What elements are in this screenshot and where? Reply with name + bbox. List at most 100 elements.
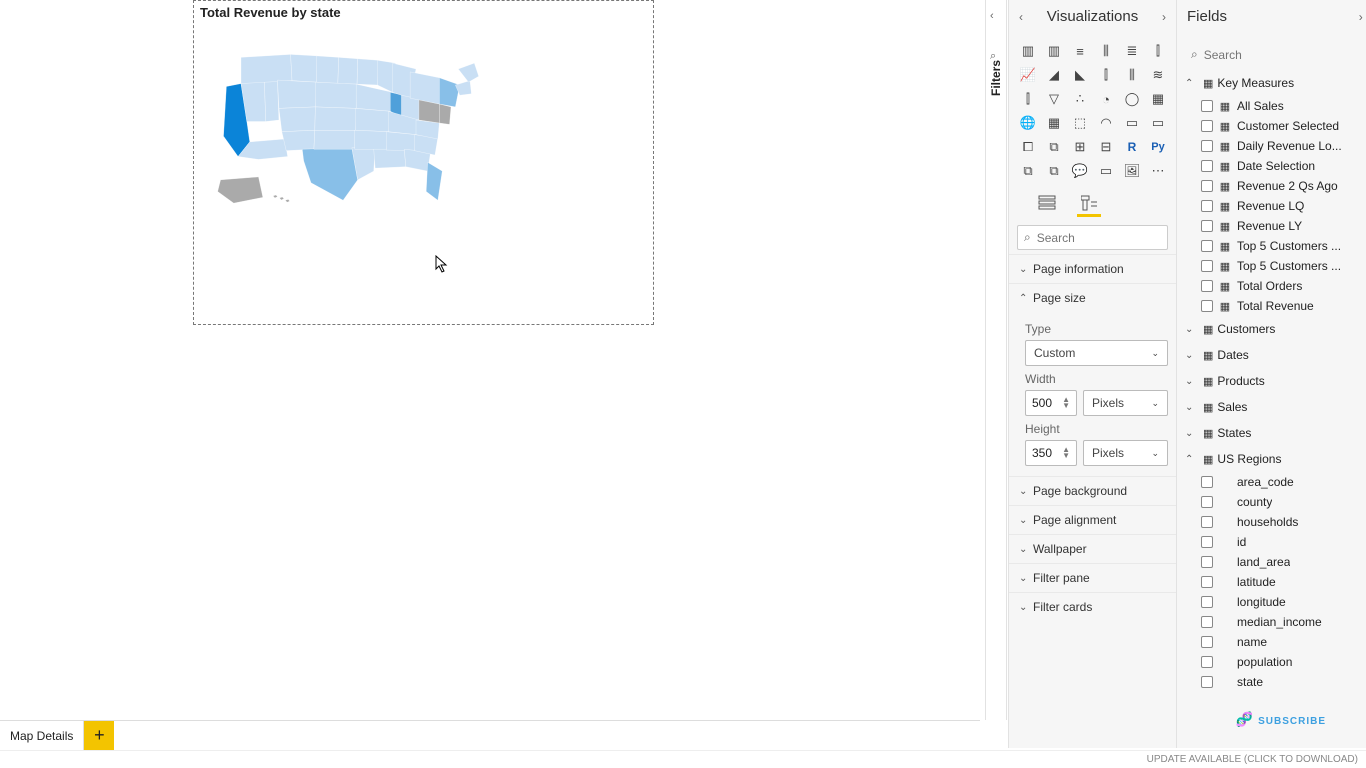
- stacked-area-icon[interactable]: ◣: [1069, 65, 1091, 85]
- stacked-bar-icon[interactable]: ▥: [1017, 41, 1039, 61]
- line-clustered-icon[interactable]: ⫼: [1121, 65, 1143, 85]
- page-size-header[interactable]: ⌃ Page size: [1009, 284, 1176, 312]
- matrix-icon[interactable]: ⊟: [1095, 137, 1117, 157]
- field-item[interactable]: ·area_code: [1177, 472, 1366, 492]
- arcgis-icon[interactable]: 🖼: [1121, 161, 1143, 181]
- paginated-icon[interactable]: ▭: [1095, 161, 1117, 181]
- field-checkbox[interactable]: [1201, 180, 1213, 192]
- field-checkbox[interactable]: [1201, 636, 1213, 648]
- field-item[interactable]: ·id: [1177, 532, 1366, 552]
- field-checkbox[interactable]: [1201, 140, 1213, 152]
- viz-search-input[interactable]: [1037, 231, 1192, 245]
- field-item[interactable]: ·name: [1177, 632, 1366, 652]
- slicer-icon[interactable]: ⧉: [1043, 137, 1065, 157]
- gauge-icon[interactable]: ◠: [1095, 113, 1117, 133]
- field-checkbox[interactable]: [1201, 656, 1213, 668]
- field-item[interactable]: ▦Daily Revenue Lo...: [1177, 136, 1366, 156]
- line-chart-icon[interactable]: 📈: [1017, 65, 1039, 85]
- field-item[interactable]: ·households: [1177, 512, 1366, 532]
- table-header-us-regions[interactable]: ⌃ ▦ US Regions: [1177, 446, 1366, 472]
- fields-tab-icon[interactable]: [1035, 191, 1059, 215]
- field-checkbox[interactable]: [1201, 100, 1213, 112]
- field-checkbox[interactable]: [1201, 576, 1213, 588]
- field-checkbox[interactable]: [1201, 516, 1213, 528]
- field-checkbox[interactable]: [1201, 596, 1213, 608]
- width-input[interactable]: 500 ▲▼: [1025, 390, 1077, 416]
- expand-filters-icon[interactable]: ‹: [990, 10, 994, 22]
- key-influencers-icon[interactable]: ⧉: [1017, 161, 1039, 181]
- report-canvas[interactable]: Total Revenue by state: [0, 0, 980, 720]
- field-checkbox[interactable]: [1201, 300, 1213, 312]
- field-checkbox[interactable]: [1201, 676, 1213, 688]
- r-visual-icon[interactable]: R: [1121, 137, 1143, 157]
- table-icon[interactable]: ⊞: [1069, 137, 1091, 157]
- field-checkbox[interactable]: [1201, 260, 1213, 272]
- field-item[interactable]: ▦All Sales: [1177, 96, 1366, 116]
- add-page-button[interactable]: +: [84, 721, 114, 750]
- field-checkbox[interactable]: [1201, 476, 1213, 488]
- pie-icon[interactable]: ◔: [1095, 89, 1117, 109]
- field-checkbox[interactable]: [1201, 496, 1213, 508]
- field-checkbox[interactable]: [1201, 220, 1213, 232]
- field-item[interactable]: ▦Total Revenue: [1177, 296, 1366, 316]
- field-item[interactable]: ▦Date Selection: [1177, 156, 1366, 176]
- hundred-column-icon[interactable]: ⫿: [1147, 41, 1169, 61]
- field-item[interactable]: ·land_area: [1177, 552, 1366, 572]
- qa-icon[interactable]: 💬: [1069, 161, 1091, 181]
- more-visuals-icon[interactable]: ⋯: [1147, 161, 1169, 181]
- page-background-header[interactable]: ⌄Page background: [1009, 477, 1176, 505]
- field-checkbox[interactable]: [1201, 536, 1213, 548]
- multi-card-icon[interactable]: ▭: [1147, 113, 1169, 133]
- usa-map[interactable]: [206, 34, 486, 209]
- filter-cards-header[interactable]: ⌄Filter cards: [1009, 593, 1176, 621]
- filled-map-icon[interactable]: ▦: [1043, 113, 1065, 133]
- type-dropdown[interactable]: Custom ⌄: [1025, 340, 1168, 366]
- update-available-link[interactable]: UPDATE AVAILABLE (CLICK TO DOWNLOAD): [1147, 754, 1358, 765]
- field-item[interactable]: ·median_income: [1177, 612, 1366, 632]
- field-checkbox[interactable]: [1201, 280, 1213, 292]
- field-checkbox[interactable]: [1201, 616, 1213, 628]
- field-checkbox[interactable]: [1201, 200, 1213, 212]
- area-chart-icon[interactable]: ◢: [1043, 65, 1065, 85]
- filters-pane-collapsed[interactable]: ‹ ⌕ Filters: [985, 0, 1007, 720]
- width-unit-dropdown[interactable]: Pixels ⌄: [1083, 390, 1168, 416]
- field-item[interactable]: ▦Top 5 Customers ...: [1177, 256, 1366, 276]
- field-item[interactable]: ▦Total Orders: [1177, 276, 1366, 296]
- ribbon-icon[interactable]: ≋: [1147, 65, 1169, 85]
- filter-pane-header[interactable]: ⌄Filter pane: [1009, 564, 1176, 592]
- table-header-key-measures[interactable]: ⌃ ▦ Key Measures: [1177, 70, 1366, 96]
- fields-search[interactable]: ⌕: [1185, 43, 1365, 66]
- field-item[interactable]: ▦Revenue LY: [1177, 216, 1366, 236]
- clustered-bar-icon[interactable]: ≡: [1069, 41, 1091, 61]
- height-stepper[interactable]: ▲▼: [1062, 447, 1070, 459]
- hundred-bar-icon[interactable]: ≣: [1121, 41, 1143, 61]
- map-visual-frame[interactable]: Total Revenue by state: [193, 0, 654, 325]
- python-visual-icon[interactable]: Py: [1147, 137, 1169, 157]
- field-item[interactable]: ▦Revenue LQ: [1177, 196, 1366, 216]
- expand-viz-icon[interactable]: ›: [1162, 10, 1166, 24]
- field-item[interactable]: ▦Revenue 2 Qs Ago: [1177, 176, 1366, 196]
- wallpaper-header[interactable]: ⌄Wallpaper: [1009, 535, 1176, 563]
- waterfall-icon[interactable]: ⫿: [1017, 89, 1039, 109]
- expand-fields-icon[interactable]: ›: [1359, 10, 1363, 24]
- treemap-icon[interactable]: ▦: [1147, 89, 1169, 109]
- fields-search-input[interactable]: [1204, 48, 1359, 62]
- donut-icon[interactable]: ◯: [1121, 89, 1143, 109]
- width-stepper[interactable]: ▲▼: [1062, 397, 1070, 409]
- card-icon[interactable]: ▭: [1121, 113, 1143, 133]
- format-tab-icon[interactable]: [1077, 191, 1101, 215]
- field-item[interactable]: ·population: [1177, 652, 1366, 672]
- table-header[interactable]: ⌄▦Dates: [1177, 342, 1366, 368]
- table-header[interactable]: ⌄▦Sales: [1177, 394, 1366, 420]
- shape-map-icon[interactable]: ⬚: [1069, 113, 1091, 133]
- field-checkbox[interactable]: [1201, 120, 1213, 132]
- line-column-icon[interactable]: ⫿: [1095, 65, 1117, 85]
- collapse-viz-icon[interactable]: ‹: [1019, 10, 1023, 24]
- height-input[interactable]: 350 ▲▼: [1025, 440, 1077, 466]
- page-alignment-header[interactable]: ⌄Page alignment: [1009, 506, 1176, 534]
- scatter-icon[interactable]: ∴: [1069, 89, 1091, 109]
- viz-search[interactable]: ⌕: [1017, 225, 1168, 250]
- kpi-icon[interactable]: ⧠: [1017, 137, 1039, 157]
- map-icon[interactable]: 🌐: [1017, 113, 1039, 133]
- table-header[interactable]: ⌄▦States: [1177, 420, 1366, 446]
